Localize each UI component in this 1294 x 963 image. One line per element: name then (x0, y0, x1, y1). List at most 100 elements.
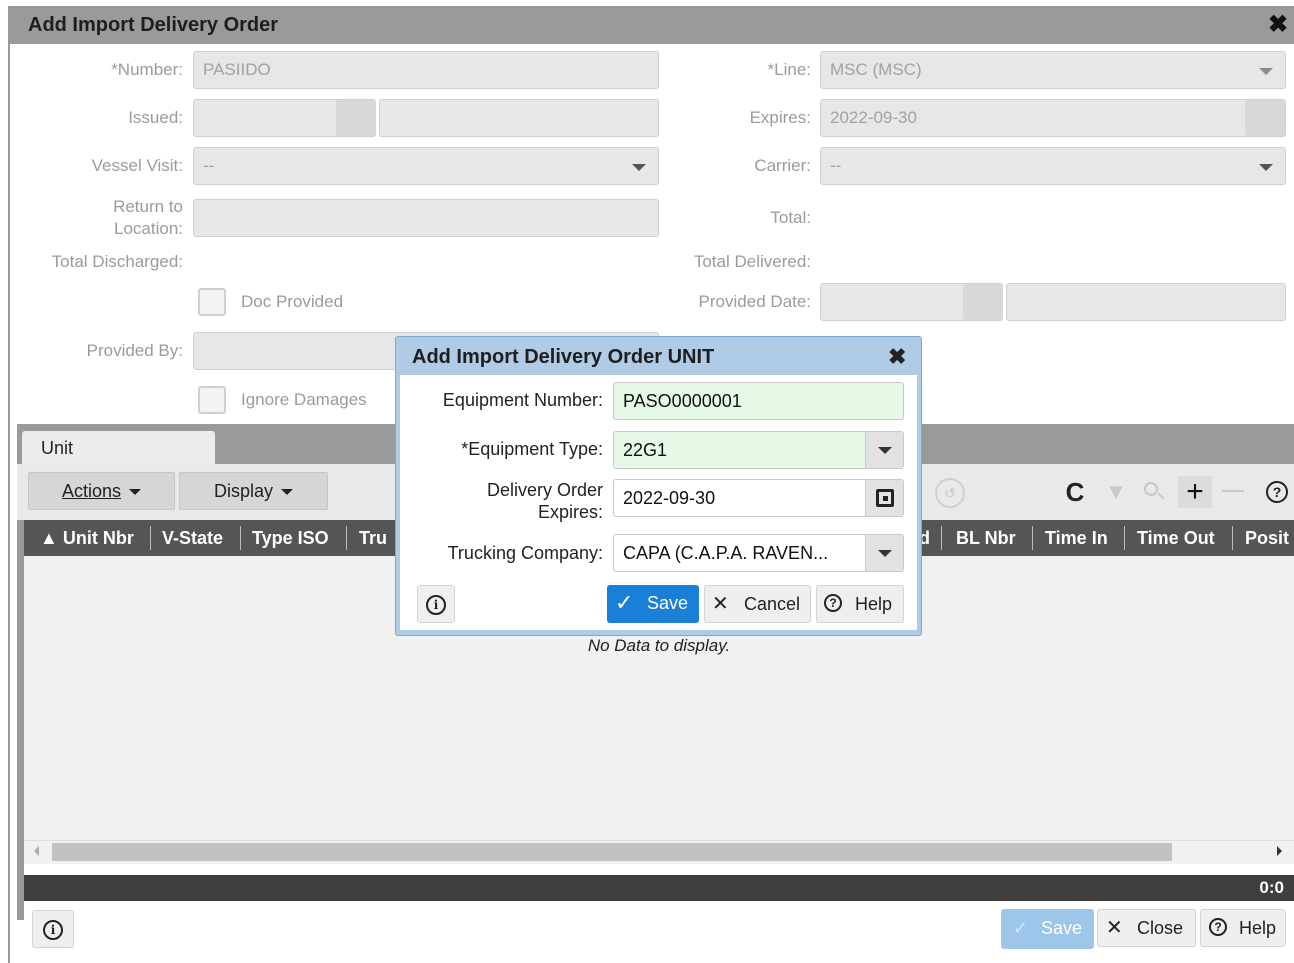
help-icon: ? (1209, 918, 1227, 936)
carrier-value: -- (830, 156, 842, 175)
close-icon[interactable]: ✖ (1264, 6, 1292, 44)
equipment-number-input[interactable]: PASO0000001 (613, 382, 904, 420)
filter-icon[interactable]: ▼ (1101, 476, 1131, 508)
tab-unit[interactable]: Unit (22, 431, 215, 465)
issued-date-field[interactable] (193, 99, 376, 137)
info-button[interactable]: i (32, 910, 74, 948)
column-bl-nbr[interactable]: BL Nbr (956, 520, 1016, 556)
provided-time-field[interactable] (1006, 283, 1286, 321)
caret-down-icon (129, 489, 142, 496)
ignore-damages-checkbox[interactable] (198, 386, 226, 414)
dialog-close-icon[interactable]: ✖ (888, 340, 906, 374)
carrier-select[interactable]: -- (820, 147, 1286, 185)
expires-value: 2022-09-30 (830, 108, 917, 127)
issued-label: Issued: (128, 108, 183, 127)
column-unit-nbr[interactable]: ▲ Unit Nbr (40, 520, 134, 556)
actions-menu-button[interactable]: Actions (28, 472, 175, 510)
do-expires-date-input[interactable]: 2022-09-30 (613, 479, 904, 517)
dialog-help-button[interactable]: ? Help (816, 585, 904, 623)
vessel-visit-select[interactable]: -- (193, 147, 659, 185)
column-time-out[interactable]: Time Out (1137, 520, 1215, 556)
ignore-damages-label: Ignore Damages (241, 390, 367, 409)
help-label: Help (1239, 918, 1277, 938)
save-label: Save (1041, 918, 1083, 938)
column-position[interactable]: Posit (1245, 520, 1294, 556)
checkmark-icon: ✓ (615, 590, 634, 615)
window-title: Add Import Delivery Order (10, 6, 1294, 44)
remove-icon[interactable] (1222, 490, 1244, 492)
display-menu-button[interactable]: Display (179, 472, 328, 510)
dialog-cancel-label: Cancel (744, 594, 801, 614)
dialog-info-button[interactable]: i (417, 585, 455, 623)
trucking-company-select[interactable]: CAPA (C.A.P.A. RAVEN... (613, 534, 904, 572)
column-trucking[interactable]: Tru (359, 520, 394, 556)
dialog-save-button[interactable]: ✓ Save (607, 585, 699, 623)
chevron-down-icon (878, 550, 892, 557)
line-select[interactable]: MSC (MSC) (820, 51, 1286, 89)
number-field[interactable]: PASIIDO (193, 51, 659, 89)
scroll-left-icon[interactable] (34, 846, 39, 856)
calendar-icon[interactable] (336, 100, 376, 136)
chevron-down-icon (878, 447, 892, 454)
column-divider (150, 526, 151, 550)
calendar-button[interactable] (865, 480, 903, 516)
doc-provided-label: Doc Provided (241, 292, 344, 311)
save-button[interactable]: ✓ Save (1001, 909, 1094, 949)
dialog-title: Add Import Delivery Order UNIT (412, 346, 715, 368)
issued-time-field[interactable] (379, 99, 659, 137)
line-value: MSC (MSC) (830, 60, 922, 79)
close-icon: ✕ (712, 593, 729, 615)
info-icon: i (43, 920, 63, 940)
close-button[interactable]: ✕ Close (1097, 909, 1196, 947)
equipment-number-label: Equipment Number: (442, 390, 603, 410)
column-time-in[interactable]: Time In (1045, 520, 1108, 556)
column-divider (941, 526, 942, 550)
scrollbar-thumb[interactable] (52, 843, 1172, 861)
dropdown-button[interactable] (865, 432, 903, 468)
add-icon[interactable]: + (1178, 476, 1212, 508)
column-divider (240, 526, 241, 550)
info-icon: i (426, 595, 446, 615)
help-button[interactable]: ? Help (1200, 909, 1286, 947)
provided-date-label: Provided Date: (698, 292, 811, 311)
column-divider (346, 526, 347, 550)
dropdown-button[interactable] (865, 535, 903, 571)
checkmark-icon: ✓ (1013, 918, 1029, 938)
do-expires-value: 2022-09-30 (623, 488, 716, 508)
total-label: Total: (770, 208, 811, 227)
search-icon[interactable] (1139, 476, 1169, 508)
return-to-location-field[interactable] (193, 199, 659, 237)
calendar-icon[interactable] (963, 284, 1003, 320)
line-label: *Line: (767, 60, 811, 79)
total-delivered-label: Total Delivered: (693, 252, 811, 271)
undo-icon[interactable]: ↺ (935, 478, 965, 508)
provided-date-field[interactable] (820, 283, 1003, 321)
expires-field[interactable]: 2022-09-30 (820, 99, 1286, 137)
help-icon: ? (824, 594, 842, 612)
carrier-label: Carrier: (754, 156, 811, 175)
dialog-cancel-button[interactable]: ✕ Cancel (704, 585, 811, 623)
column-type-iso[interactable]: Type ISO (252, 520, 329, 556)
column-v-state[interactable]: V-State (162, 520, 223, 556)
caret-down-icon (281, 489, 294, 496)
trucking-company-value: CAPA (C.A.P.A. RAVEN... (623, 543, 829, 563)
trucking-company-label: Trucking Company: (447, 543, 603, 563)
equipment-type-label: *Equipment Type: (461, 439, 603, 459)
record-count: 0:0 (24, 875, 1294, 901)
chevron-down-icon (1259, 164, 1273, 171)
calendar-icon[interactable] (1245, 100, 1285, 136)
refresh-icon[interactable]: C (1059, 476, 1091, 508)
expires-label: Expires: (749, 108, 811, 127)
column-label: Unit Nbr (62, 528, 134, 548)
dialog-help-label: Help (855, 594, 893, 614)
display-label: Display (213, 481, 274, 501)
vessel-visit-value: -- (203, 156, 215, 175)
doc-provided-checkbox[interactable] (198, 288, 226, 316)
calendar-icon (876, 489, 894, 507)
close-icon: ✕ (1106, 917, 1123, 939)
return-to-location-label: Return to Location: (30, 196, 183, 240)
help-icon[interactable]: ? (1266, 481, 1288, 503)
equipment-type-select[interactable]: 22G1 (613, 431, 904, 469)
scroll-right-icon[interactable] (1277, 846, 1282, 856)
column-divider (1232, 526, 1233, 550)
